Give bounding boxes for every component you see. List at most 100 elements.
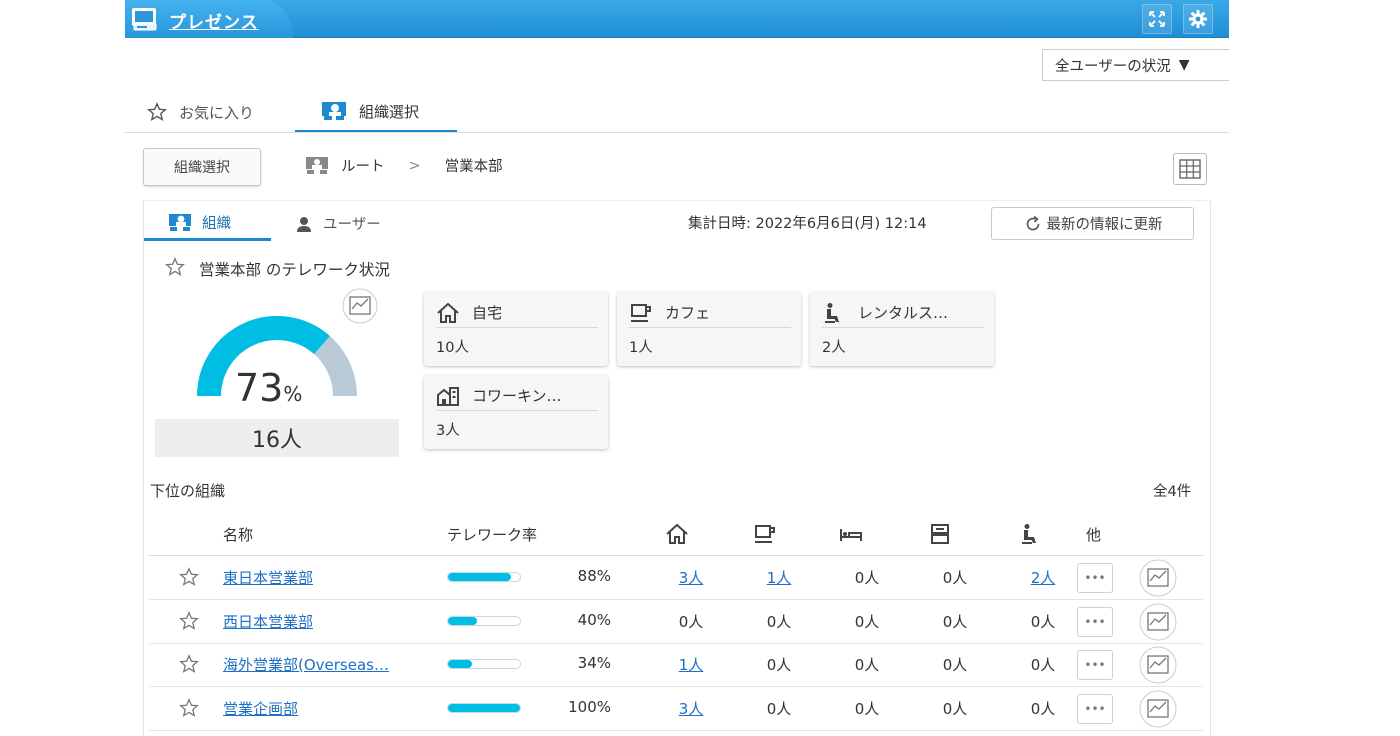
- sub-org-total: 全4件: [1153, 484, 1192, 500]
- count-satellite: 0人: [925, 611, 985, 632]
- count-cafe: 0人: [749, 611, 809, 632]
- count-hotel-value: 0人: [854, 613, 880, 631]
- count-home[interactable]: 1人: [661, 654, 721, 675]
- count-hotel-value: 0人: [854, 656, 880, 674]
- rental-space-icon: [1019, 522, 1043, 546]
- rate-label: 100%: [568, 698, 611, 716]
- user-status-dropdown[interactable]: 全ユーザーの状況 ▼: [1042, 49, 1229, 81]
- location-card-rental-space[interactable]: レンタルス… 2人: [810, 292, 994, 366]
- expand-button[interactable]: [1142, 4, 1172, 34]
- rate-bar-fill: [448, 704, 520, 712]
- ellipsis-icon: •••: [1084, 615, 1106, 629]
- star-icon[interactable]: [165, 257, 185, 281]
- star-icon: [147, 102, 167, 122]
- trend-chart-button[interactable]: [1139, 603, 1177, 645]
- tab-sub-user-label: ユーザー: [323, 217, 381, 233]
- count-rental-value: 0人: [1030, 700, 1056, 718]
- telework-rate-unit: %: [283, 382, 303, 406]
- location-count: 3人: [436, 423, 460, 439]
- rate-bar-track: [447, 703, 521, 713]
- settings-button[interactable]: [1183, 4, 1213, 34]
- count-cafe-value: 0人: [766, 656, 792, 674]
- presence-logo-icon: [132, 8, 157, 31]
- location-card-home[interactable]: 自宅 10人: [424, 292, 608, 366]
- location-count: 1人: [629, 340, 653, 356]
- org-icon: [321, 100, 347, 122]
- star-icon[interactable]: [179, 567, 199, 587]
- telework-count: 16人: [155, 419, 399, 457]
- star-icon[interactable]: [179, 654, 199, 674]
- user-icon: [295, 215, 313, 233]
- org-icon: [168, 213, 192, 233]
- location-name: カフェ: [665, 304, 711, 322]
- location-count: 2人: [822, 340, 846, 356]
- more-button[interactable]: •••: [1077, 563, 1113, 593]
- count-satellite-value: 0人: [942, 656, 968, 674]
- count-satellite: 0人: [925, 567, 985, 588]
- count-cafe: 0人: [749, 654, 809, 675]
- rate-label: 88%: [577, 567, 611, 585]
- table-row: 東日本営業部 88% 3人 1人 0人 0人 2人 •••: [149, 556, 1203, 600]
- table-row: 営業企画部 100% 3人 0人 0人 0人 0人 •••: [149, 687, 1203, 731]
- count-rental[interactable]: 2人: [1013, 567, 1073, 588]
- org-name-link[interactable]: 西日本営業部: [223, 611, 313, 632]
- ellipsis-icon: •••: [1084, 702, 1106, 716]
- trend-chart-button[interactable]: [1139, 646, 1177, 688]
- count-cafe: 0人: [749, 698, 809, 719]
- count-hotel: 0人: [837, 567, 897, 588]
- trend-chart-icon: [1139, 559, 1177, 601]
- star-icon[interactable]: [179, 698, 199, 718]
- grid-icon: [1179, 159, 1201, 179]
- breadcrumb-root[interactable]: ルート: [341, 155, 385, 176]
- count-home[interactable]: 3人: [661, 698, 721, 719]
- star-icon[interactable]: [179, 611, 199, 631]
- trend-chart-button[interactable]: [1139, 690, 1177, 732]
- count-cafe[interactable]: 1人: [749, 567, 809, 588]
- sub-org-heading: 下位の組織: [150, 482, 226, 500]
- more-button[interactable]: •••: [1077, 607, 1113, 637]
- count-home-value: 1人: [678, 656, 704, 674]
- org-select-button[interactable]: 組織選択: [143, 148, 261, 186]
- location-card-cafe[interactable]: カフェ 1人: [617, 292, 801, 366]
- rate-bar-track: [447, 616, 521, 626]
- refresh-button[interactable]: 最新の情報に更新: [991, 207, 1194, 240]
- more-button[interactable]: •••: [1077, 650, 1113, 680]
- location-name: レンタルス…: [858, 304, 949, 322]
- rate-label: 34%: [577, 654, 611, 672]
- telework-rate-bar: [447, 703, 521, 713]
- count-home[interactable]: 3人: [661, 567, 721, 588]
- satellite-office-icon: [928, 522, 952, 546]
- tab-org-select[interactable]: 組織選択: [295, 92, 457, 133]
- presence-app: プレゼンス 全ユーザーの状況 ▼ お気に入り 組織選択 組織選択 ルート > 営…: [125, 0, 1229, 736]
- tab-favorites[interactable]: お気に入り: [147, 92, 254, 132]
- section-title-text: 営業本部 のテレワーク状況: [199, 261, 390, 279]
- org-name-link[interactable]: 海外営業部(Overseas…: [223, 654, 389, 675]
- app-title[interactable]: プレゼンス: [169, 8, 259, 33]
- grid-view-button[interactable]: [1173, 153, 1207, 185]
- home-icon: [665, 522, 689, 546]
- more-button[interactable]: •••: [1077, 694, 1113, 724]
- expand-icon: [1149, 11, 1165, 27]
- count-satellite: 0人: [925, 654, 985, 675]
- location-card-coworking[interactable]: コワーキン… 3人: [424, 375, 608, 449]
- trend-chart-button[interactable]: [1139, 559, 1177, 601]
- trend-chart-icon: [1139, 690, 1177, 732]
- telework-rate-value: 100%: [529, 698, 611, 716]
- org-name-link[interactable]: 東日本営業部: [223, 567, 313, 588]
- count-satellite-value: 0人: [942, 613, 968, 631]
- tab-sub-org[interactable]: 組織: [144, 207, 271, 241]
- count-hotel-value: 0人: [854, 569, 880, 587]
- telework-rate: 73%: [235, 366, 302, 410]
- tab-sub-user[interactable]: ユーザー: [295, 207, 381, 240]
- telework-rate-number: 73: [235, 366, 284, 410]
- rate-bar-track: [447, 659, 521, 669]
- telework-rate-value: 88%: [529, 567, 611, 585]
- header-telework-rate: テレワーク率: [447, 526, 538, 544]
- table-row: 海外営業部(Overseas… 34% 1人 0人 0人 0人 0人 •••: [149, 643, 1203, 687]
- org-name-link[interactable]: 営業企画部: [223, 698, 298, 719]
- ellipsis-icon: •••: [1084, 658, 1106, 672]
- sub-org-table-header: 名称 テレワーク率 他: [149, 516, 1203, 556]
- breadcrumb: ルート > 営業本部: [305, 155, 503, 176]
- tab-org-select-label: 組織選択: [359, 102, 420, 121]
- count-rental: 0人: [1013, 654, 1073, 675]
